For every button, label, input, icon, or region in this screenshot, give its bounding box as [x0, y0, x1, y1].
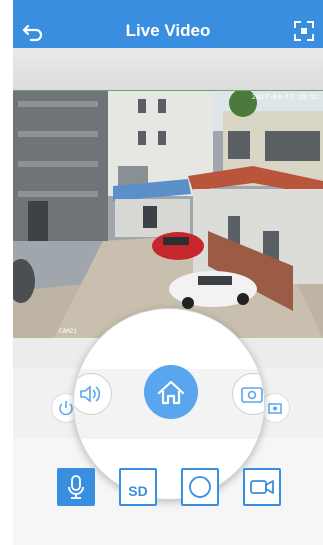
- camera-button[interactable]: [232, 373, 264, 415]
- microphone-icon: [68, 475, 84, 499]
- live-video-feed[interactable]: 2017-04-17 10:51 CAM21: [13, 90, 323, 339]
- camera-label: CAM21: [59, 328, 78, 335]
- info-bar: [13, 48, 323, 90]
- status-bar: [13, 0, 323, 14]
- sd-label: SD: [128, 483, 148, 499]
- video-scene: [13, 91, 323, 339]
- page-indicator: [13, 536, 323, 545]
- video-timestamp: 2017-04-17 10:51: [251, 94, 319, 102]
- video-record-button[interactable]: [243, 468, 281, 506]
- home-icon: [157, 380, 185, 405]
- page-title: Live Video: [125, 21, 211, 40]
- sd-quality-button[interactable]: SD: [119, 468, 157, 506]
- snapshot-icon: [268, 403, 282, 414]
- video-record-icon: [250, 480, 274, 494]
- speaker-icon: [80, 385, 101, 403]
- app-header: Live Video: [13, 14, 323, 48]
- camera-icon: [241, 387, 263, 403]
- home-button[interactable]: [144, 365, 198, 419]
- microphone-button[interactable]: [57, 468, 95, 506]
- bottom-toolbar: SD: [13, 468, 323, 512]
- ptz-button[interactable]: [181, 468, 219, 506]
- fullscreen-icon[interactable]: [293, 20, 315, 42]
- app-frame: Live Video 2017-04-17 10:51 CAM21 SD: [13, 0, 323, 545]
- speaker-button[interactable]: [74, 373, 112, 415]
- ptz-icon: [189, 476, 211, 498]
